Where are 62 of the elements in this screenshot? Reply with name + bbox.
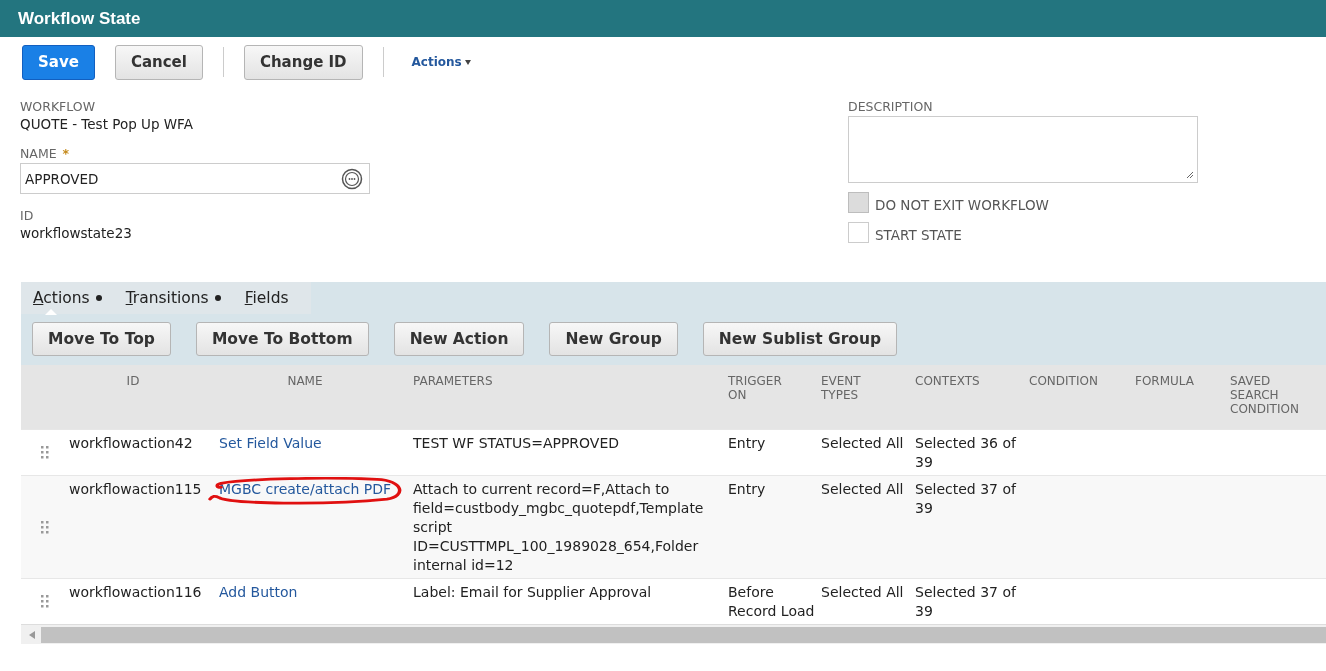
save-button[interactable]: Save [22,44,95,80]
toolbar-button[interactable]: Change ID [243,44,363,80]
field-label: ID [20,208,34,223]
column-header: NAME [286,373,324,388]
action-link[interactable]: Add Button [219,584,298,600]
checkbox-label: START STATE [875,227,962,243]
sublist-button[interactable]: New Action [393,322,525,356]
drag-handle-icon[interactable] [41,520,49,534]
caret-icon [464,59,471,65]
table-cell: workflowaction42 [69,435,193,451]
table-cell: workflowaction115 [69,481,202,497]
horizontal-scrollbar[interactable] [21,624,1326,644]
table-row[interactable]: workflowaction42 Set Field Value TEST WF STATUS=APPROVED Entry Selected All Selected 36 of 39 [21,429,1326,475]
sublist-button[interactable]: Move To Top [32,322,171,356]
sublist-button[interactable]: New Group [549,322,678,356]
actions-menu[interactable]: Actions [411,55,471,69]
column-header: EVENT TYPES [821,373,862,402]
field-value: QUOTE - Test Pop Up WFA [20,116,194,132]
table-cell: Selected 37 of 39 [915,584,1016,619]
column-header: CONDITION [1029,373,1099,388]
table-cell: workflowaction116 [69,584,202,600]
table-cell: Selected All [821,584,904,600]
table-cell: Selected 36 of 39 [915,435,1016,470]
column-header: FORMULA [1135,373,1195,388]
scroll-left-icon[interactable] [29,630,35,639]
checkbox-label: DO NOT EXIT WORKFLOW [875,197,1049,213]
table-row[interactable] [21,475,1326,578]
sublist-button[interactable]: New Sublist Group [702,322,898,356]
table-cell: Selected All [821,435,904,451]
subtab[interactable]: Transitions [113,282,233,314]
table-cell: Selected All [821,481,904,497]
chat-bubble-icon[interactable] [341,167,363,190]
toolbar-button[interactable]: Cancel [114,44,203,80]
action-link[interactable]: Set Field Value [219,435,322,451]
field-value: workflowstate23 [20,225,133,241]
table-cell: Selected 37 of 39 [915,481,1016,516]
drag-handle-icon[interactable] [41,446,49,459]
subtab[interactable]: Actions [21,282,114,314]
checkbox[interactable] [848,221,869,243]
table-row[interactable]: workflowaction116 Add Button Label: Email for Supplier Approval Before Record Load Selected All Selected 37 of 39 [21,578,1326,624]
field-label: NAME [20,146,57,161]
drag-handle-icon[interactable] [41,595,49,608]
required-mark: * [62,146,70,161]
window-title: Workflow State [18,8,141,29]
table-cell: Entry [728,435,766,451]
table-cell: Before Record Load [728,584,815,619]
table-cell: Entry [728,481,766,497]
table-cell: Label: Email for Supplier Approval [413,584,652,600]
table-cell: TEST WF STATUS=APPROVED [413,435,620,451]
table-cell: Attach to current record=F,Attach to field=custbody_mgbc_quotepdf,Template script ID=CUSTTMPL_100_1989028_654,Folder internal id=12 [413,481,704,573]
action-link[interactable]: MGBC create/attach PDF [219,481,392,497]
column-header: PARAMETERS [413,373,494,388]
column-header: TRIGGER ON [728,373,783,402]
sublist-button[interactable]: Move To Bottom [195,322,369,356]
field-label: DESCRIPTION [848,99,933,114]
name-input[interactable]: APPROVED [20,163,370,194]
column-header: ID [125,373,141,388]
resize-grip-icon[interactable] [1185,170,1194,179]
subtab[interactable]: Fields [232,282,301,314]
field-label: WORKFLOW [20,99,95,114]
column-header: CONTEXTS [915,373,981,388]
column-header: SAVED SEARCH CONDITION [1230,373,1300,416]
